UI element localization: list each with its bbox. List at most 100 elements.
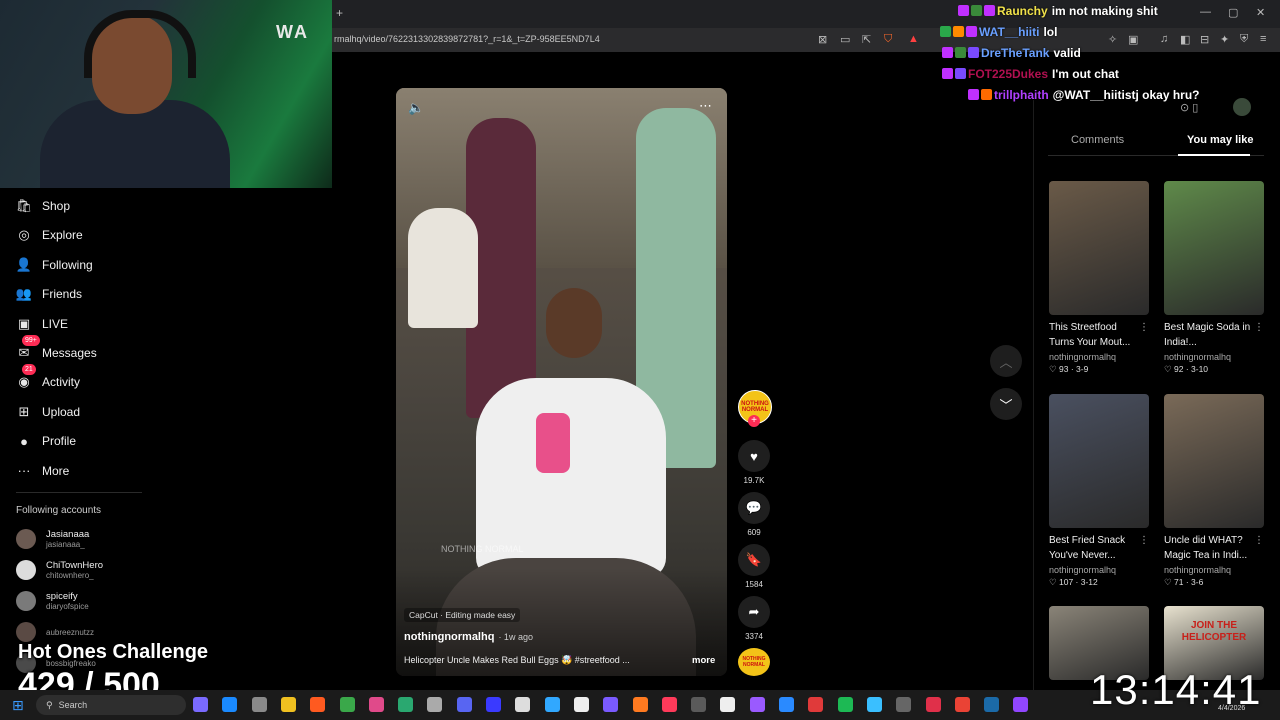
app2-icon[interactable] xyxy=(808,697,824,712)
maximize-button[interactable]: ▢ xyxy=(1228,6,1238,19)
sidebar-item-friends[interactable]: 👥 Friends xyxy=(16,283,82,305)
kebab-icon[interactable]: ⋮ xyxy=(1139,320,1149,335)
recommended-video-card[interactable]: Best Fried Snack You've Never... ⋮ nothing… xyxy=(1049,394,1149,588)
card-title[interactable]: Best Fried Snack You've Never... xyxy=(1049,535,1125,561)
capture-icon[interactable] xyxy=(515,697,531,712)
discord-icon[interactable] xyxy=(456,697,472,712)
chrome-icon[interactable] xyxy=(339,697,355,712)
more-link[interactable]: more xyxy=(692,655,715,666)
sidebar-item-profile[interactable]: ● Profile xyxy=(16,430,76,452)
app-icon[interactable] xyxy=(398,697,414,712)
adobe-icon[interactable] xyxy=(925,697,941,712)
taskbar-search[interactable]: ⚲ Search xyxy=(36,695,186,715)
author-name[interactable]: nothingnormalhq xyxy=(404,631,494,643)
gmail-icon[interactable] xyxy=(954,697,970,712)
menu-icon[interactable]: ≡ xyxy=(1260,33,1266,45)
sidebar-item-following[interactable]: 👤 Following xyxy=(16,254,93,276)
kebab-icon[interactable]: ⋮ xyxy=(1254,533,1264,548)
following-account[interactable]: spiceify diaryofspice xyxy=(16,588,89,614)
capcut-badge[interactable]: CapCut · Editing made easy xyxy=(404,608,521,622)
kebab-icon[interactable]: ⋮ xyxy=(1254,320,1264,335)
share-icon[interactable]: ⇱ xyxy=(862,33,871,46)
reader-icon[interactable]: ⊠ xyxy=(818,33,827,46)
edge-icon[interactable] xyxy=(222,697,238,712)
leo-icon[interactable]: ✦ xyxy=(1220,33,1229,46)
vscode-icon[interactable] xyxy=(779,697,794,712)
spotify-icon[interactable] xyxy=(837,697,853,712)
recommended-video-card[interactable]: Uncle did WHAT? Magic Tea in Indi... ⋮ not… xyxy=(1164,394,1264,588)
wallet-icon[interactable]: ⊟ xyxy=(1200,33,1209,46)
video-player[interactable]: 🔈 ⋯ NOTHING NORMAL CapCut · Editing made… xyxy=(396,88,727,676)
github-icon[interactable] xyxy=(427,697,443,712)
music-icon[interactable]: ♫ xyxy=(1160,33,1168,45)
sidebar-item-explore[interactable]: ◎ Explore xyxy=(16,224,82,246)
twitch-icon[interactable] xyxy=(1013,697,1029,712)
tab-you-may-like[interactable]: You may like xyxy=(1187,134,1253,146)
save-button[interactable]: 🔖 xyxy=(738,544,770,576)
obs-icon[interactable] xyxy=(368,697,384,712)
media-icon[interactable] xyxy=(603,697,619,712)
card-author[interactable]: nothingnormalhq xyxy=(1164,565,1264,575)
following-account[interactable]: Jasianaaa jasianaaa_ xyxy=(16,526,89,552)
app3-icon[interactable] xyxy=(866,697,882,712)
panel-icon[interactable]: ⊙ ▯ xyxy=(1180,101,1198,114)
new-tab-button[interactable]: + xyxy=(336,6,343,20)
sound-disc[interactable]: NOTHING NORMAL xyxy=(738,648,770,676)
video-thumbnail[interactable] xyxy=(1164,394,1264,528)
sidebar-item-activity[interactable]: ◉ 21 Activity xyxy=(16,364,80,393)
app4-icon[interactable] xyxy=(896,697,912,712)
calculator-icon[interactable] xyxy=(691,697,707,712)
explorer-icon[interactable] xyxy=(280,697,296,712)
settings-icon[interactable] xyxy=(251,697,267,712)
screen-icon[interactable]: ▭ xyxy=(840,33,850,46)
sidebar-item-messages[interactable]: ✉ 99+ Messages xyxy=(16,335,97,364)
windows-start-icon[interactable]: ⊞ xyxy=(12,697,24,714)
recommended-video-card[interactable]: Best Magic Soda in India!... ⋮ nothingnorm… xyxy=(1164,181,1264,375)
card-title[interactable]: Best Magic Soda in India!... xyxy=(1164,322,1250,348)
sidebar-item-upload[interactable]: ⊞ Upload xyxy=(16,401,80,423)
video-thumbnail[interactable] xyxy=(1049,181,1149,315)
video-author[interactable]: nothingnormalhq · 1w ago xyxy=(404,631,533,643)
card-author[interactable]: nothingnormalhq xyxy=(1049,352,1149,362)
comment-button[interactable]: 💬 xyxy=(738,492,770,524)
minimize-button[interactable]: — xyxy=(1200,6,1211,18)
recommended-video-card[interactable]: This Streetfood Turns Your Mout... ⋮ nothi… xyxy=(1049,181,1149,375)
like-button[interactable]: ♥ xyxy=(738,440,770,472)
sidebar-item-more[interactable]: ··· More xyxy=(16,460,70,482)
brave-rewards-icon[interactable]: ▲ xyxy=(908,33,919,45)
vpn-icon[interactable]: ⛨ xyxy=(1240,33,1248,46)
card-title[interactable]: This Streetfood Turns Your Mout... xyxy=(1049,322,1130,348)
brave-icon[interactable] xyxy=(310,697,326,712)
options-icon[interactable]: ⋯ xyxy=(699,98,712,114)
music-app-icon[interactable] xyxy=(661,697,677,712)
follow-plus-icon[interactable]: + xyxy=(748,415,760,427)
url-text[interactable]: rmalhq/video/7622313302839872781?_r=1&_t… xyxy=(334,34,600,44)
capcut-icon[interactable] xyxy=(720,697,736,712)
tab-comments[interactable]: Comments xyxy=(1071,134,1124,146)
extensions-icon[interactable]: ✧ xyxy=(1108,33,1117,46)
mute-icon[interactable]: 🔈 xyxy=(408,100,424,116)
brave-shield-icon[interactable]: ⛉ xyxy=(884,33,892,46)
video-thumbnail[interactable] xyxy=(1164,181,1264,315)
video-thumbnail[interactable] xyxy=(1049,394,1149,528)
steam-icon[interactable] xyxy=(984,697,1000,712)
notes-icon[interactable] xyxy=(749,697,765,712)
sidebar-item-shop[interactable]: 🛍 Shop xyxy=(16,195,70,217)
card-title[interactable]: Uncle did WHAT? Magic Tea in Indi... xyxy=(1164,535,1247,561)
sidebar-item-live[interactable]: ▣ LIVE xyxy=(16,313,68,335)
close-button[interactable]: ✕ xyxy=(1256,6,1265,19)
photoshop-icon[interactable] xyxy=(544,697,560,712)
wallet-icon[interactable]: ▣ xyxy=(1128,33,1138,46)
user-avatar[interactable] xyxy=(1233,98,1251,116)
next-video-button[interactable]: ﹀ xyxy=(990,388,1022,420)
card-author[interactable]: nothingnormalhq xyxy=(1164,352,1264,362)
following-account[interactable]: ChiTownHero chitownhero_ xyxy=(16,557,103,583)
card-author[interactable]: nothingnormalhq xyxy=(1049,565,1149,575)
firefox-icon[interactable] xyxy=(632,697,648,712)
share-button[interactable]: ➦ xyxy=(738,596,770,628)
chatgpt-icon[interactable] xyxy=(573,697,589,712)
kebab-icon[interactable]: ⋮ xyxy=(1139,533,1149,548)
visual-studio-icon[interactable] xyxy=(486,697,501,712)
copilot-icon[interactable] xyxy=(193,697,208,712)
prev-video-button[interactable]: ︿ xyxy=(990,345,1022,377)
